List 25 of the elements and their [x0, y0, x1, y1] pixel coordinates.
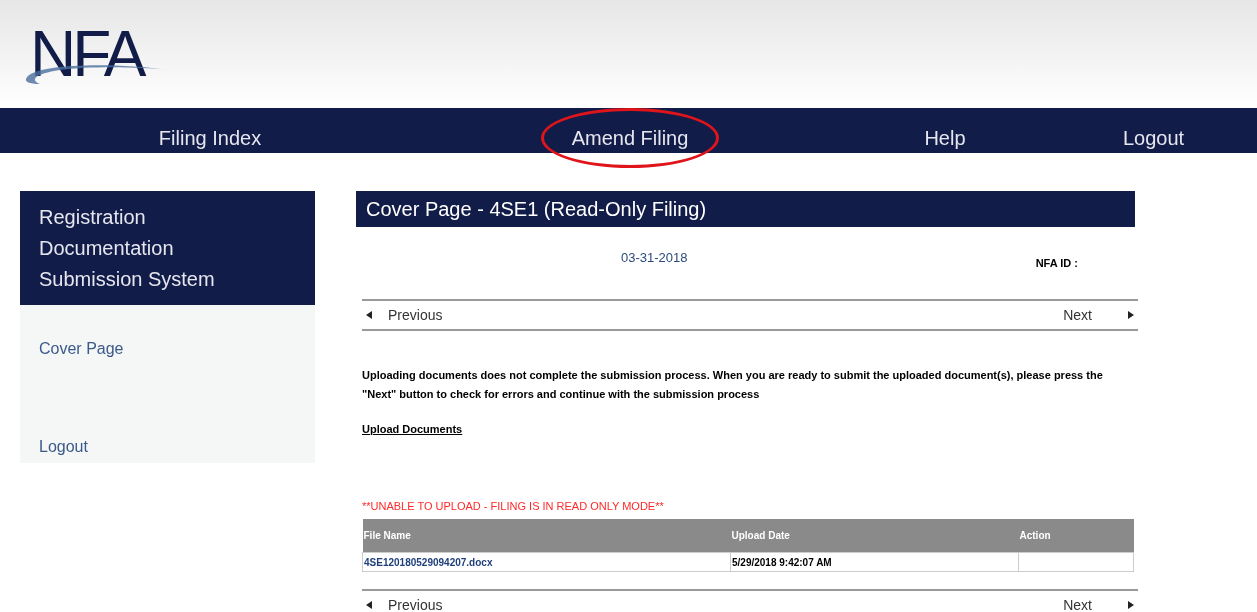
column-header: File Name — [362, 518, 731, 553]
filing-date: 03-31-2018 — [621, 249, 688, 268]
nav-link[interactable]: Amend Filing — [540, 108, 720, 168]
upload-documents-link[interactable]: Upload Documents — [362, 421, 463, 438]
table-cell: 5/29/2018 9:42:07 AM — [730, 552, 1019, 572]
sidebar-link[interactable]: Cover Page — [39, 337, 124, 361]
nav-link[interactable]: Help — [916, 111, 974, 165]
previous-link[interactable]: Previous — [366, 594, 443, 612]
notice-text: Uploading documents does not complete the submission process. When you are ready to submit the uploaded document(s), please press the "Next" button to check for errors and continue with the submission process — [362, 368, 1104, 402]
previous-link[interactable]: Previous — [366, 304, 443, 326]
left-caret-icon — [366, 601, 372, 609]
nav-link[interactable]: Logout — [1114, 111, 1193, 165]
sidebar-title: Registration Documentation Submission System — [20, 191, 315, 305]
nav-link[interactable]: Filing Index — [150, 111, 270, 165]
next-link[interactable]: Next — [1063, 304, 1134, 326]
next-link[interactable]: Next — [1063, 594, 1134, 612]
page-title: Cover Page - 4SE1 (Read-Only Filing) — [356, 191, 1135, 227]
column-header: Upload Date — [730, 518, 1019, 553]
read-only-warning: **UNABLE TO UPLOAD - FILING IS IN READ ONLY MODE** — [362, 499, 665, 514]
nfa-id-label: NFA ID : — [1035, 255, 1078, 271]
right-caret-icon — [1128, 311, 1134, 319]
left-caret-icon — [366, 311, 372, 319]
column-header: Action — [1018, 518, 1134, 553]
right-caret-icon — [1128, 601, 1134, 609]
sidebar-link[interactable]: Logout — [39, 435, 88, 459]
